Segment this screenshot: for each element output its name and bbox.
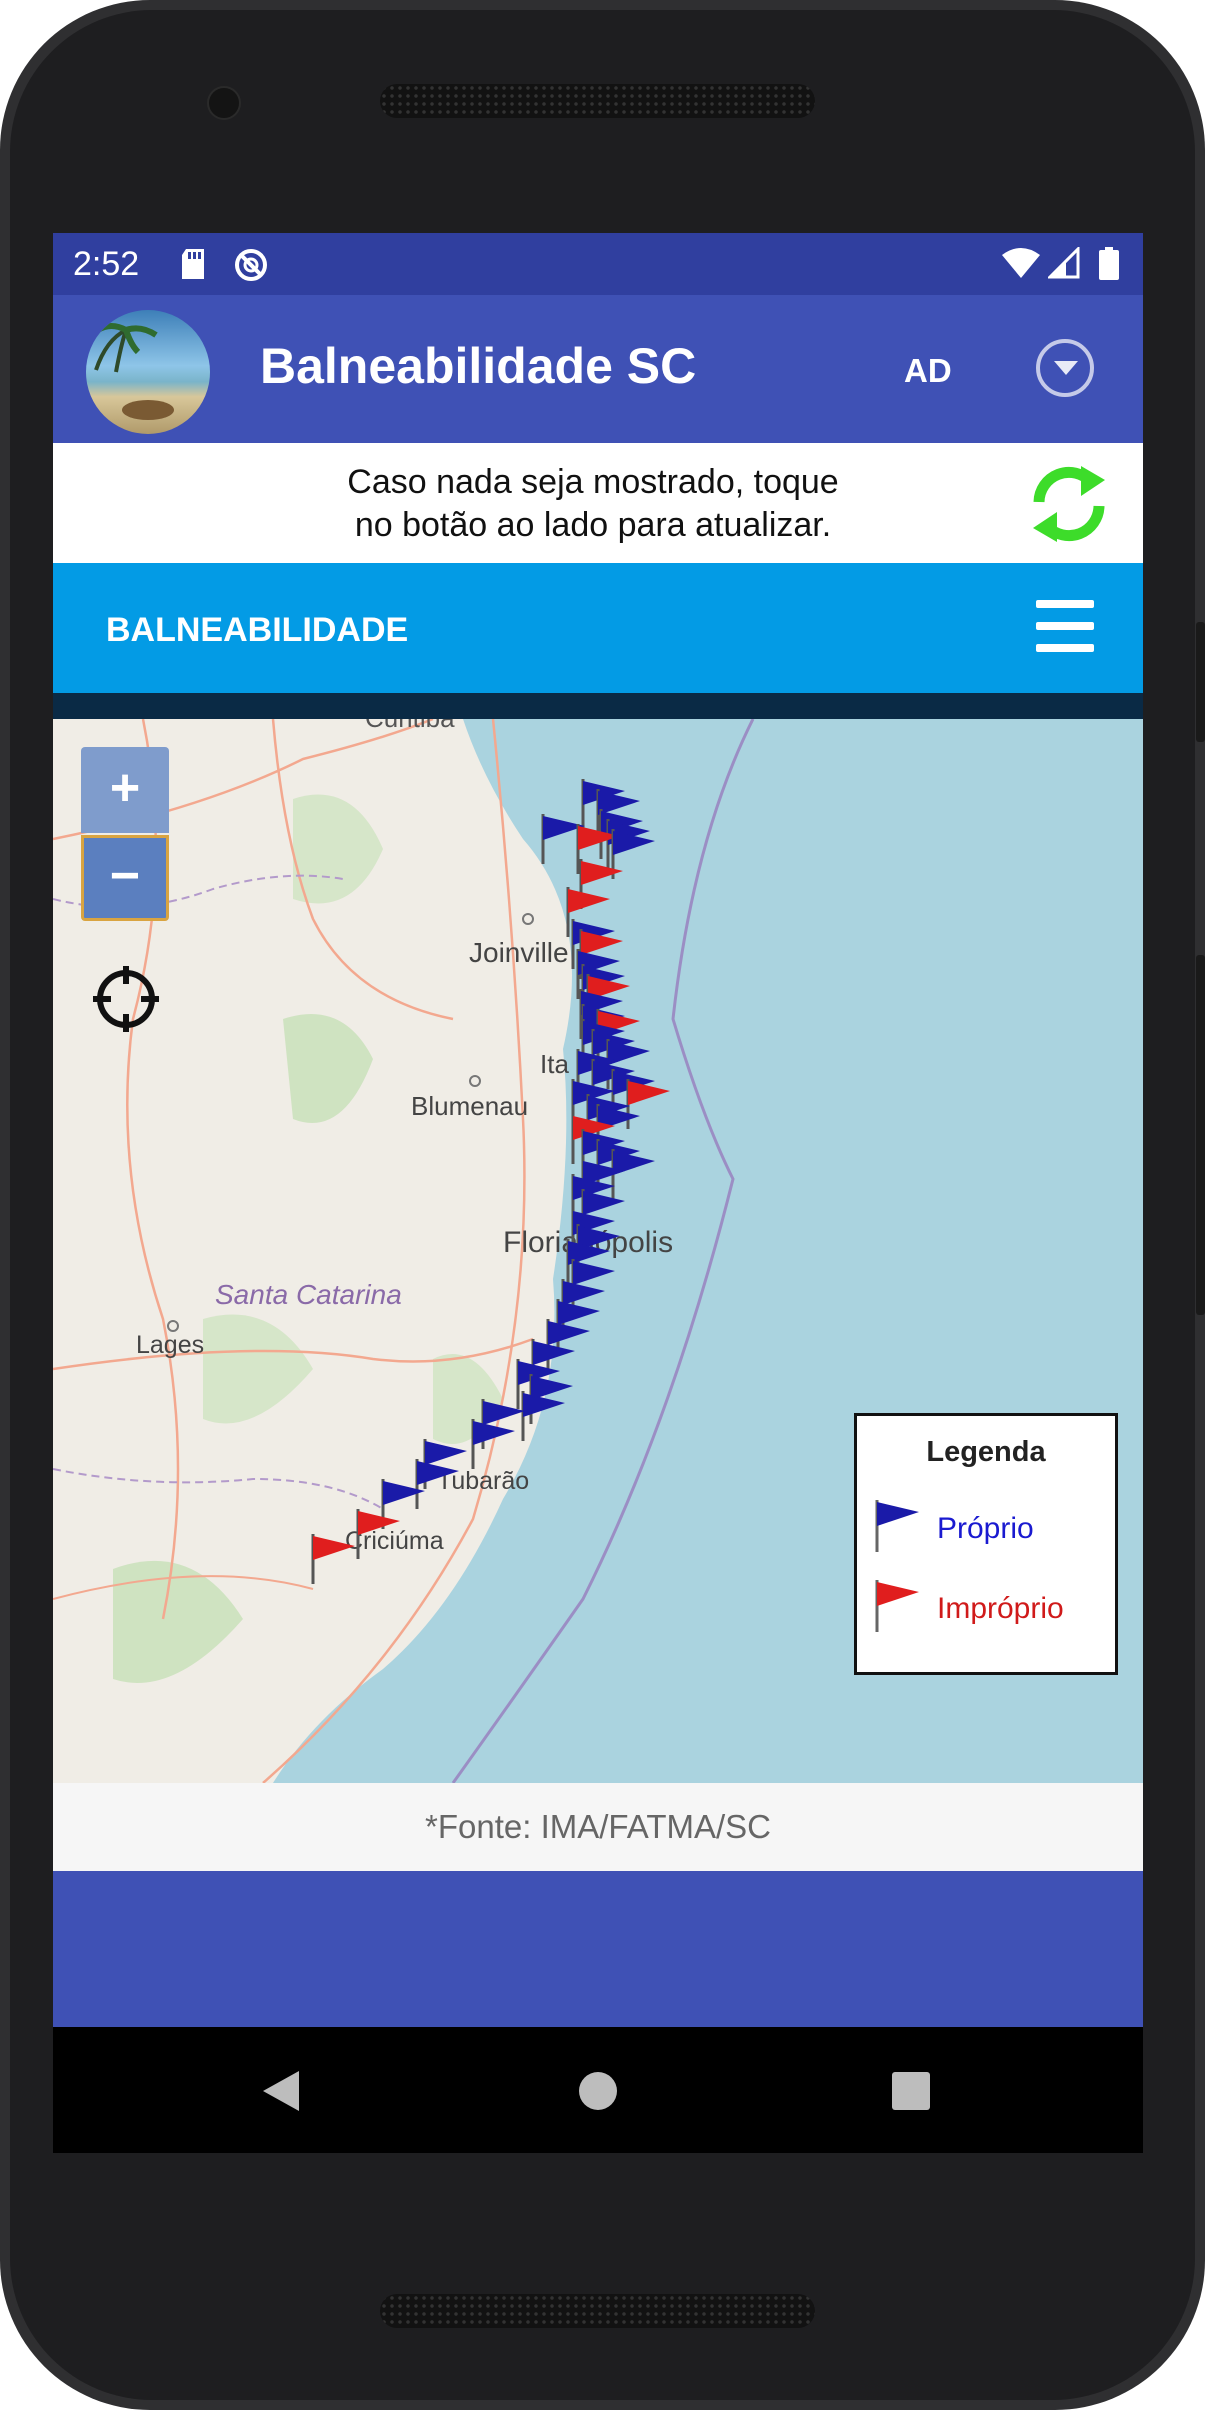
status-bar: 2:52 — [53, 233, 1143, 295]
recents-square-icon[interactable] — [891, 2071, 931, 2111]
battery-icon — [1099, 247, 1119, 280]
beach-flag-marker[interactable] — [546, 1319, 590, 1369]
section-title: BALNEABILIDADE — [106, 611, 409, 649]
bottom-speaker — [380, 2294, 815, 2328]
map-legend: Legenda Próprio Impróprio — [854, 1413, 1118, 1675]
notice-text: Caso nada seja mostrado, toque no botão … — [347, 463, 839, 544]
hamburger-menu-icon[interactable] — [1036, 600, 1094, 652]
ad-button[interactable]: AD — [904, 352, 952, 390]
beach-avatar-icon — [86, 310, 210, 434]
blue-flag-icon — [875, 1500, 919, 1552]
sd-card-icon — [182, 249, 204, 279]
zoom-out-button[interactable]: − — [81, 835, 169, 921]
beach-flag-marker[interactable] — [626, 1079, 670, 1129]
home-circle-icon[interactable] — [577, 2070, 619, 2112]
wifi-icon — [1002, 248, 1040, 278]
beach-flag-marker[interactable] — [356, 1509, 400, 1559]
red-flag-icon — [875, 1580, 919, 1632]
refresh-notice: Caso nada seja mostrado, toque no botão … — [53, 443, 1143, 563]
chevron-down-circle-icon[interactable] — [1036, 339, 1094, 397]
legend-proprio: Próprio — [937, 1512, 1034, 1545]
beach-flag-marker[interactable] — [311, 1534, 355, 1584]
divider-strip — [53, 693, 1143, 719]
system-nav-bar — [53, 2027, 1143, 2153]
app-bar: Balneabilidade SC AD — [53, 295, 1143, 443]
zoom-in-button[interactable]: + — [81, 747, 169, 833]
front-camera — [207, 86, 241, 120]
refresh-icon[interactable] — [1023, 458, 1115, 550]
status-time: 2:52 — [73, 245, 140, 283]
beach-flag-marker[interactable] — [471, 1419, 515, 1469]
beach-flag-marker[interactable] — [423, 1439, 467, 1489]
beach-flag-marker[interactable] — [521, 1391, 565, 1441]
screen: 2:52 Balneabilidade SC AD Caso nada seja… — [53, 233, 1143, 2153]
beach-flag-marker[interactable] — [415, 1459, 459, 1509]
ad-banner-area — [53, 1871, 1143, 2027]
power-button[interactable] — [1196, 622, 1205, 742]
beach-flag-marker[interactable] — [611, 1149, 655, 1199]
top-speaker — [380, 84, 815, 118]
crosshair-icon[interactable] — [91, 964, 161, 1034]
legend-title: Legenda — [926, 1436, 1046, 1468]
app-title: Balneabilidade SC — [260, 338, 697, 394]
cell-signal-icon — [1048, 247, 1080, 279]
phone-frame: 2:52 Balneabilidade SC AD Caso nada seja… — [0, 0, 1205, 2410]
legend-improprio: Impróprio — [937, 1592, 1064, 1625]
map-view[interactable]: Curitiba Joinville Ita Blumenau Florianó… — [53, 719, 1143, 1783]
back-triangle-icon[interactable] — [261, 2069, 301, 2113]
section-bar: BALNEABILIDADE — [53, 563, 1143, 693]
source-note: *Fonte: IMA/FATMA/SC — [53, 1783, 1143, 1871]
beach-flag-marker[interactable] — [571, 1259, 615, 1309]
do-not-disturb-icon — [235, 249, 267, 281]
volume-button[interactable] — [1196, 955, 1205, 1315]
